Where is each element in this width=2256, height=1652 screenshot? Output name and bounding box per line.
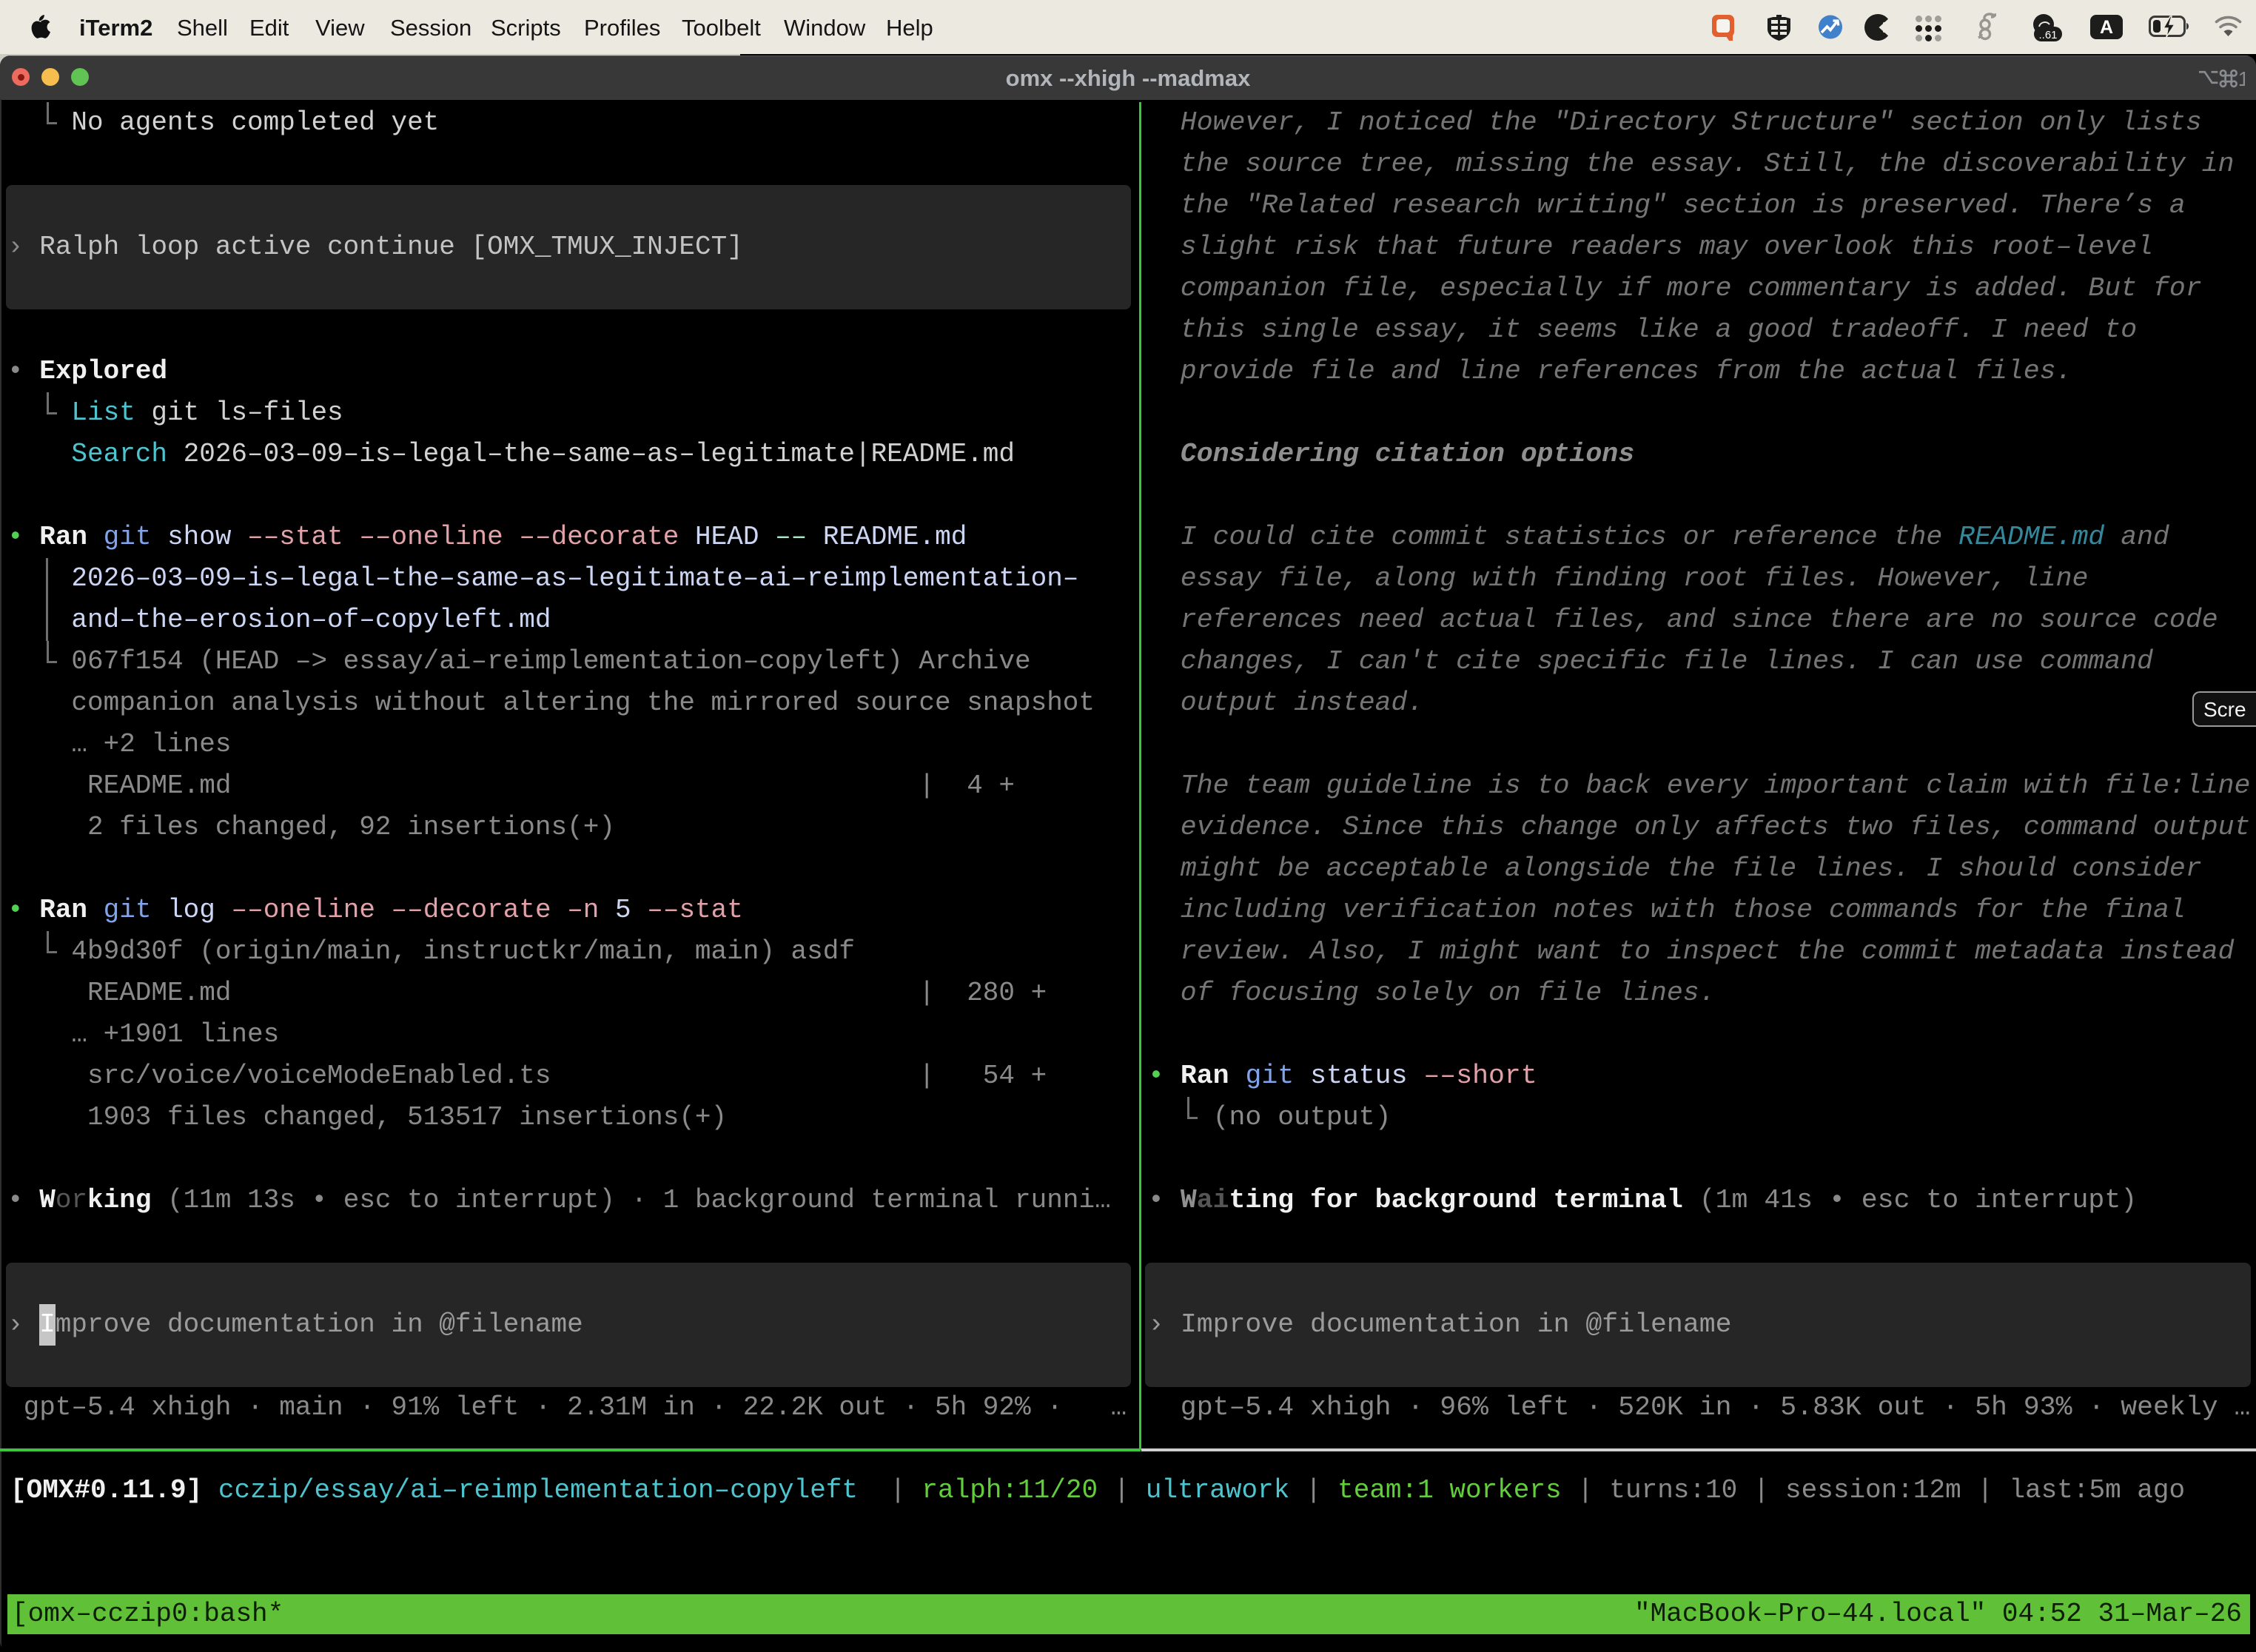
svg-text:..61: ..61 <box>2038 29 2057 41</box>
svg-text:1: 1 <box>2238 67 2245 88</box>
